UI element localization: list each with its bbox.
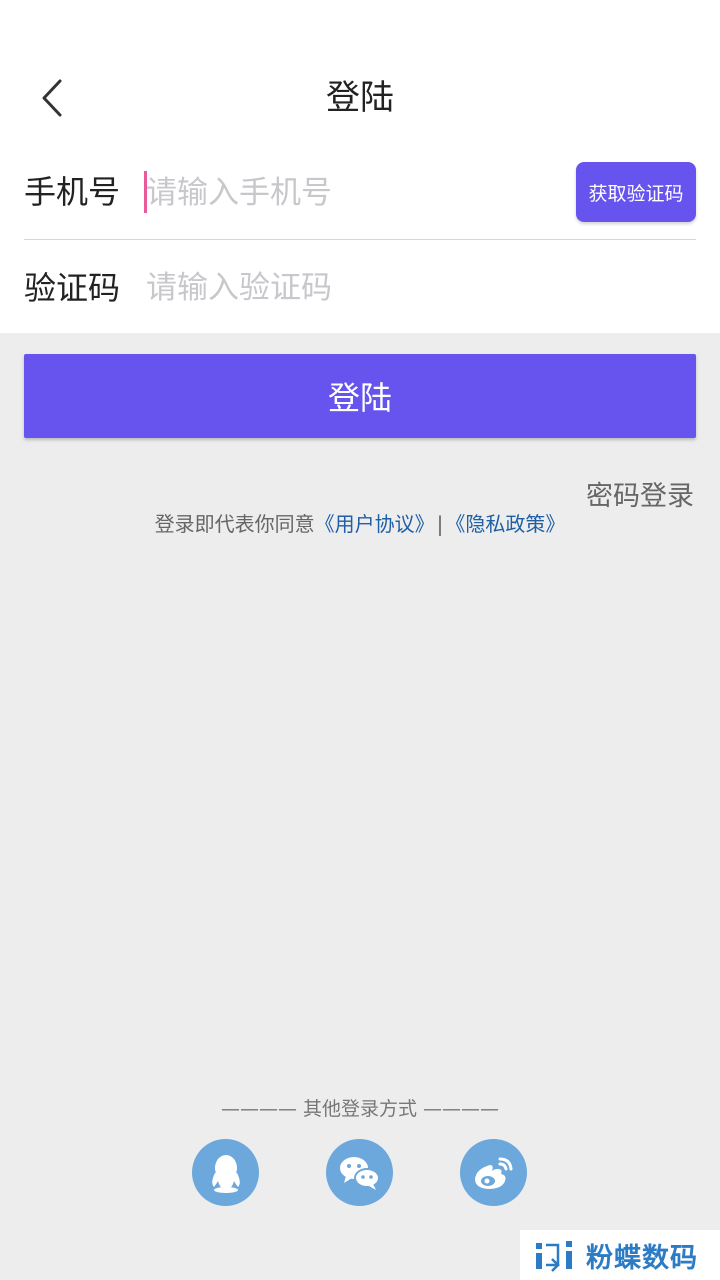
phone-input[interactable] xyxy=(146,163,556,223)
page-title: 登陆 xyxy=(326,78,394,118)
agreement-separator: | xyxy=(436,512,444,536)
wechat-icon xyxy=(339,1156,380,1190)
agreement-text: 登录即代表你同意《用户协议》 | 《隐私政策》 xyxy=(0,508,720,537)
other-login-title: ———— 其他登录方式 ———— xyxy=(220,1098,500,1120)
code-label: 验证码 xyxy=(24,269,121,307)
qq-icon xyxy=(211,1154,240,1193)
weibo-login-button[interactable] xyxy=(460,1139,527,1206)
qq-login-button[interactable] xyxy=(192,1139,259,1206)
weibo-icon xyxy=(474,1157,512,1189)
divider xyxy=(24,239,696,240)
privacy-policy-link[interactable]: 《隐私政策》 xyxy=(445,512,565,536)
wechat-login-button[interactable] xyxy=(326,1139,393,1206)
user-agreement-link[interactable]: 《用户协议》 xyxy=(315,512,435,536)
text-caret xyxy=(144,171,147,213)
code-input[interactable] xyxy=(146,258,556,318)
phone-label: 手机号 xyxy=(24,173,121,211)
agreement-prefix: 登录即代表你同意 xyxy=(154,512,315,536)
watermark-logo-icon xyxy=(536,1241,572,1272)
get-code-button[interactable]: 获取验证码 xyxy=(576,162,696,222)
login-button[interactable]: 登陆 xyxy=(24,354,696,438)
watermark: 粉蝶数码 xyxy=(520,1230,720,1280)
watermark-text: 粉蝶数码 xyxy=(586,1242,698,1274)
